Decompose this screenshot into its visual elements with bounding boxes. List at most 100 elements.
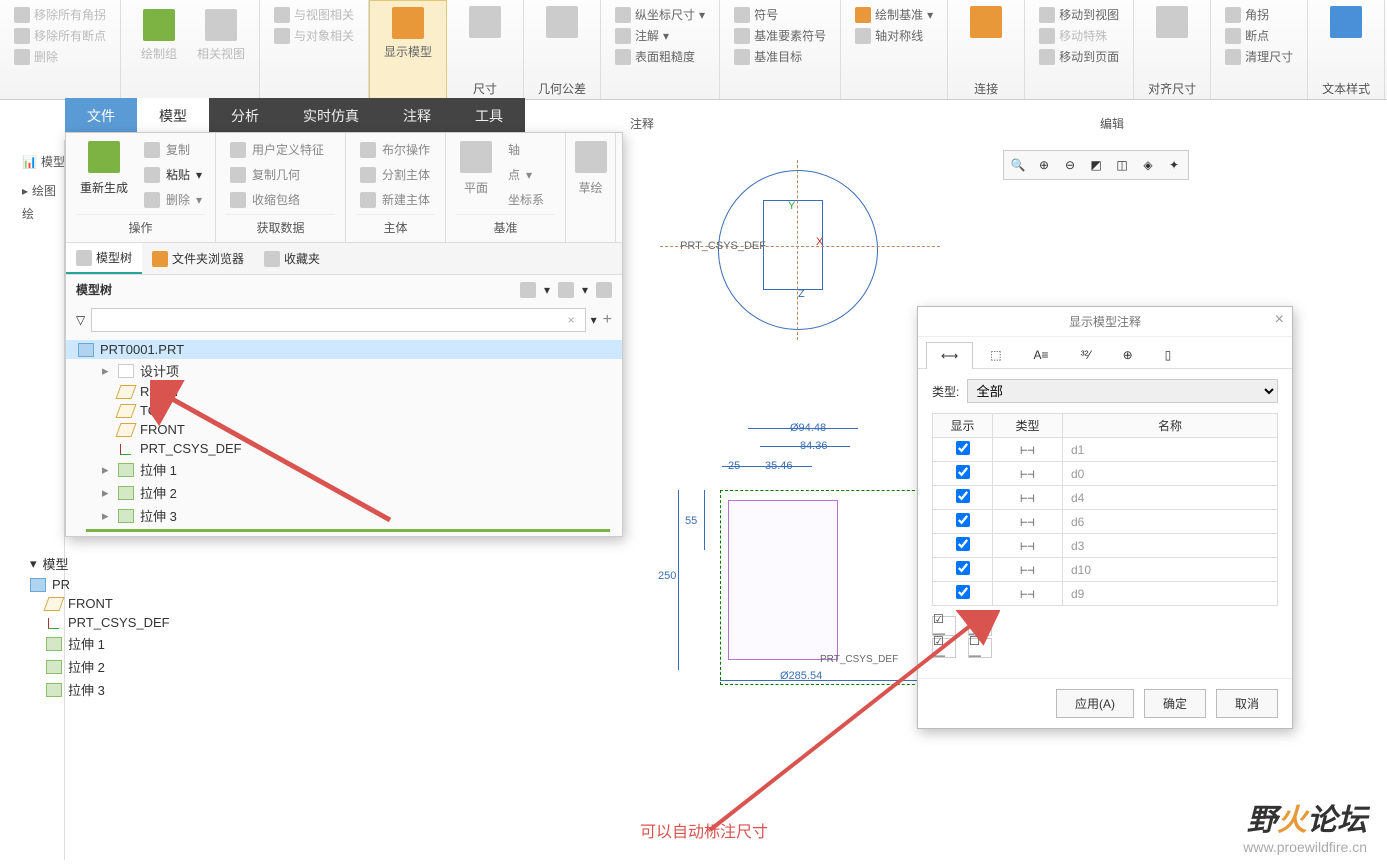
clean-dim-button[interactable]: 清理尺寸 [1219,46,1299,67]
zoom-in-icon[interactable]: ⊕ [1032,153,1056,177]
apply-button[interactable]: 应用(A) [1056,689,1134,718]
tree-csys[interactable]: PRT_CSYS_DEF [66,439,622,458]
datum-target-button[interactable]: 基准目标 [728,46,832,67]
add-filter-icon[interactable]: + [603,311,612,329]
object-related-button[interactable]: 与对象相关 [268,25,360,46]
tree-top[interactable]: TOP [66,401,622,420]
filter-icon[interactable]: ▽ [76,313,85,327]
tree-extrude1[interactable]: ▸拉伸 1 [66,458,622,481]
side-draw[interactable]: ▸ 绘图 [0,179,64,202]
dimension-button[interactable] [455,4,515,40]
th-show[interactable]: 显示 [933,414,993,438]
break-button[interactable]: 断点 [1219,25,1299,46]
bgtree-models[interactable]: ▾ 模型 [18,552,358,575]
th-type[interactable]: 类型 [993,414,1063,438]
bgtree-csys[interactable]: PRT_CSYS_DEF [18,613,358,632]
table-row[interactable]: ⊢⊣ d10 [933,558,1278,582]
tree-tool1-icon[interactable] [520,282,536,298]
related-view-button[interactable]: 相关视图 [191,7,251,64]
side-draw2[interactable]: 绘 [0,202,64,225]
bgtree-e2[interactable]: 拉伸 2 [18,655,358,678]
dlg-tab-note[interactable]: A≡ [1019,341,1064,368]
split-body-button[interactable]: 分割主体 [356,164,435,185]
regenerate-button[interactable]: 重新生成 [76,139,132,210]
shade-icon[interactable]: ◫ [1110,153,1134,177]
bgtree-front[interactable]: FRONT [18,594,358,613]
tree-right[interactable]: RIGHT [66,382,622,401]
tab-file[interactable]: 文件 [65,98,137,132]
tree-extrude2[interactable]: ▸拉伸 2 [66,481,622,504]
deselect-all-button[interactable]: ☐— [968,616,992,636]
zoom-out-icon[interactable]: ⊖ [1058,153,1082,177]
tree-root[interactable]: PRT0001.PRT [66,340,622,359]
align-dim-button[interactable] [1142,4,1202,40]
table-row[interactable]: ⊢⊣ d0 [933,462,1278,486]
dlg-tab-gtol[interactable]: ⬚ [975,341,1016,368]
point-button[interactable]: 点 ▾ [504,164,548,185]
ok-button[interactable]: 确定 [1144,689,1206,718]
plane-button[interactable]: 平面 [456,139,496,210]
shrinkwrap-button[interactable]: 收缩包络 [226,189,335,210]
refit-icon[interactable]: ◩ [1084,153,1108,177]
draw-datum-button[interactable]: 绘制基准 ▾ [849,4,939,25]
tab-annotate[interactable]: 注释 [381,98,453,132]
row-checkbox[interactable] [956,489,970,503]
tree-tab-folder[interactable]: 文件夹浏览器 [142,243,254,274]
section-edit-label[interactable]: 编辑 [1100,115,1124,132]
dlg-tab-dim[interactable]: ⟷ [926,342,973,369]
row-checkbox[interactable] [956,561,970,575]
datum-symbol-button[interactable]: 基准要素符号 [728,25,832,46]
bgtree-pr[interactable]: PR [18,575,358,594]
bgtree-e3[interactable]: 拉伸 3 [18,678,358,701]
clear-filter-icon[interactable]: × [568,313,575,327]
tree-tool3-icon[interactable] [596,282,612,298]
view-related-button[interactable]: 与视图相关 [268,4,360,25]
roughness-button[interactable]: 表面粗糙度 [609,46,711,67]
table-row[interactable]: ⊢⊣ d9 [933,582,1278,606]
zoom-fit-icon[interactable]: 🔍 [1006,153,1030,177]
paste-button[interactable]: 粘贴 ▾ [140,164,206,185]
bgtree-e1[interactable]: 拉伸 1 [18,632,358,655]
tree-design-items[interactable]: ▸设计项 [66,359,622,382]
axis-sym-button[interactable]: 轴对称线 [849,25,939,46]
move-to-page-button[interactable]: 移动到页面 [1033,46,1125,67]
table-row[interactable]: ⊢⊣ d6 [933,510,1278,534]
tree-tab-model[interactable]: 模型树 [66,243,142,274]
table-row[interactable]: ⊢⊣ d1 [933,438,1278,462]
dialog-close-icon[interactable]: × [1275,311,1284,329]
tab-model[interactable]: 模型 [137,98,209,132]
tree-filter-input[interactable] [91,308,585,332]
geom-tol-button[interactable] [532,4,592,40]
row-checkbox[interactable] [956,441,970,455]
delete2-button[interactable]: 删除 ▾ [140,189,206,210]
note-button[interactable]: 注解 ▾ [609,25,711,46]
tab-analysis[interactable]: 分析 [209,98,281,132]
move-special-button[interactable]: 移动特殊 [1033,25,1125,46]
cancel-button[interactable]: 取消 [1216,689,1278,718]
text-style-button[interactable] [1316,4,1376,40]
corner-button[interactable]: 角拐 [1219,4,1299,25]
tab-sim[interactable]: 实时仿真 [281,98,381,132]
udf-button[interactable]: 用户定义特征 [226,139,335,160]
tree-front[interactable]: FRONT [66,420,622,439]
boolean-button[interactable]: 布尔操作 [356,139,435,160]
copy-button[interactable]: 复制 [140,139,206,160]
table-row[interactable]: ⊢⊣ d3 [933,534,1278,558]
table-row[interactable]: ⊢⊣ d4 [933,486,1278,510]
select-all-button[interactable]: ☑— [932,616,956,636]
csys-button[interactable]: 坐标系 [504,189,548,210]
row-checkbox[interactable] [956,537,970,551]
dlg-tab-sym[interactable]: ⊕ [1108,341,1148,368]
dlg-tab-surf[interactable]: ³²⁄ [1066,341,1106,368]
dlg-tab-datum[interactable]: ▯ [1150,341,1187,368]
tab-tools[interactable]: 工具 [453,98,525,132]
connect-button[interactable] [956,4,1016,40]
remove-breaks-button[interactable]: 移除所有断点 [8,25,112,46]
axis-button[interactable]: 轴 [504,139,548,160]
move-to-view-button[interactable]: 移动到视图 [1033,4,1125,25]
row-checkbox[interactable] [956,513,970,527]
copy-geom-button[interactable]: 复制几何 [226,164,335,185]
deselect-all2-button[interactable]: ☐— [968,638,992,658]
select-all2-button[interactable]: ☑— [932,638,956,658]
perspective-icon[interactable]: ✦ [1162,153,1186,177]
